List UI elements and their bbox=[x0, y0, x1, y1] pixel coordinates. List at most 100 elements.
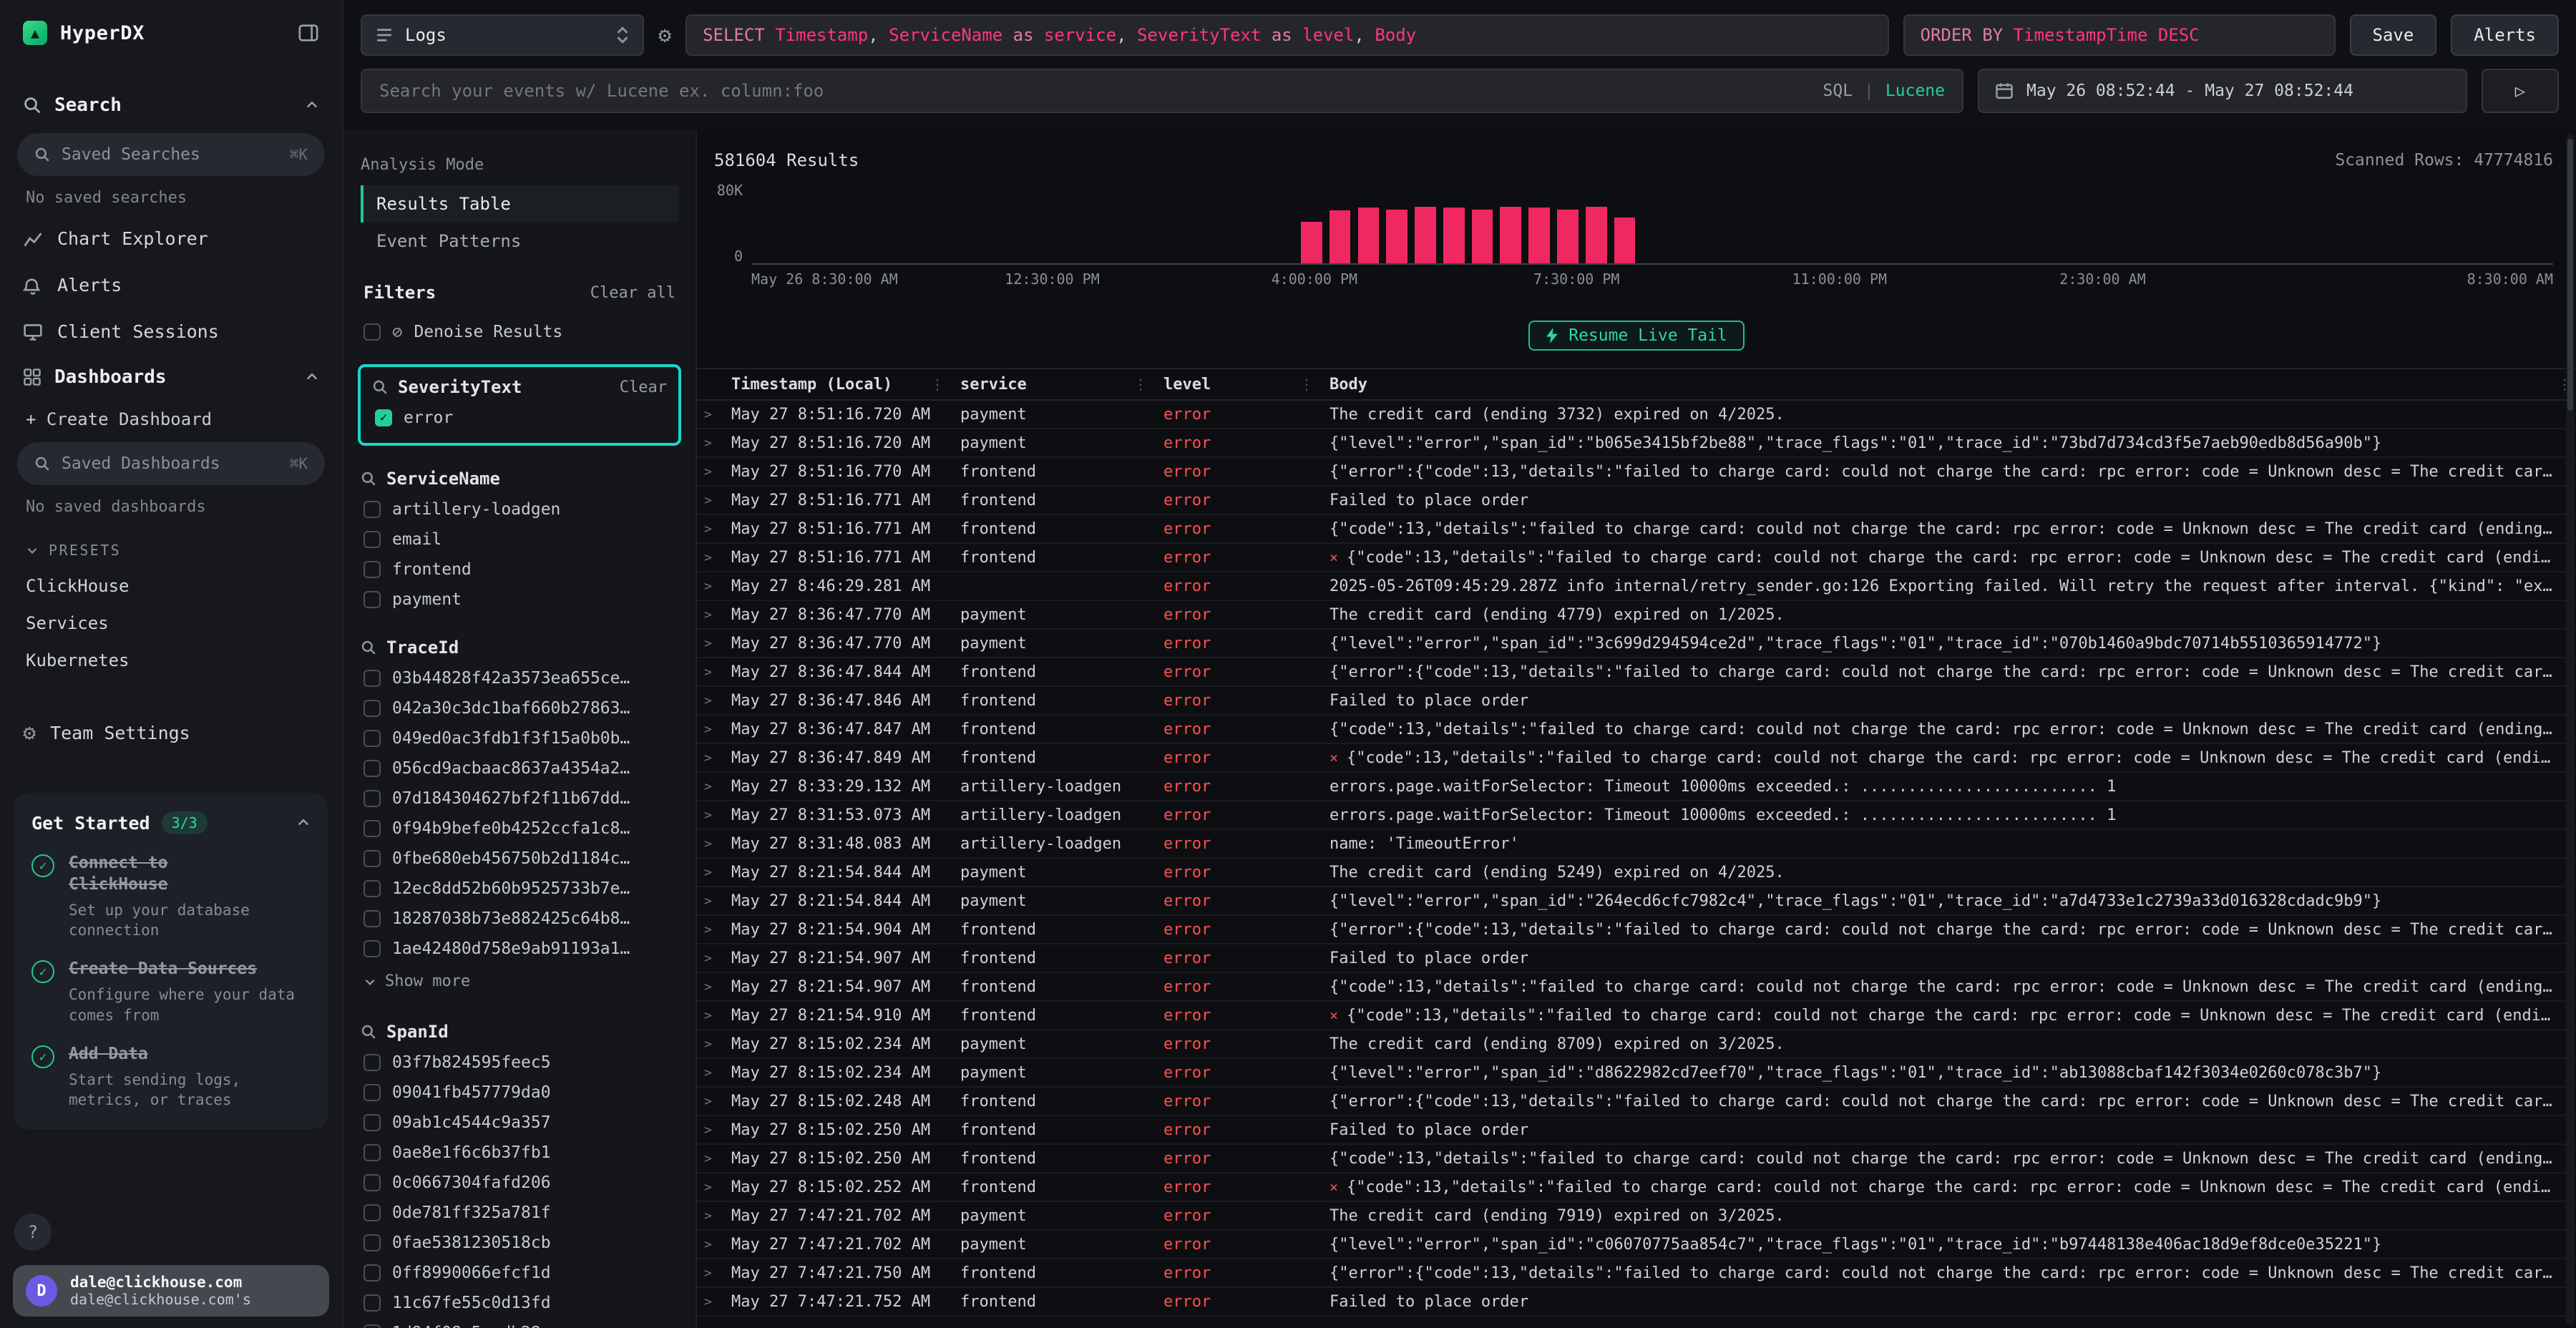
analysis-mode-results-table[interactable]: Results Table bbox=[361, 185, 678, 223]
row-expand-chevron[interactable]: > bbox=[697, 779, 720, 794]
filter-value-row[interactable]: 0ae8e1f6c6b37fb1 bbox=[361, 1138, 678, 1168]
row-expand-chevron[interactable]: > bbox=[697, 1008, 720, 1023]
row-expand-chevron[interactable]: > bbox=[697, 894, 720, 909]
sql-editor[interactable]: SELECT Timestamp, ServiceName as service… bbox=[686, 14, 1888, 56]
table-row[interactable]: >May 27 7:47:21.752 AMfrontenderrorFaile… bbox=[697, 1288, 2576, 1317]
row-expand-chevron[interactable]: > bbox=[697, 1065, 720, 1080]
row-expand-chevron[interactable]: > bbox=[697, 1094, 720, 1109]
filter-value-row[interactable]: 07d184304627bf2f11b67dd… bbox=[361, 783, 678, 814]
histogram-bar[interactable] bbox=[1586, 207, 1607, 263]
histogram-bar[interactable] bbox=[1443, 208, 1465, 263]
filter-value-row[interactable]: 056cd9acbaac8637a4354a2… bbox=[361, 753, 678, 783]
event-search-input[interactable]: Search your events w/ Lucene ex. column:… bbox=[361, 69, 1963, 113]
alerts-button[interactable]: Alerts bbox=[2451, 14, 2559, 56]
checkbox[interactable] bbox=[364, 850, 381, 867]
denoise-results-toggle[interactable]: ⊘ Denoise Results bbox=[361, 317, 678, 347]
table-row[interactable]: >May 27 8:36:47.846 AMfrontenderrorFaile… bbox=[697, 687, 2576, 716]
row-expand-chevron[interactable]: > bbox=[697, 1180, 720, 1195]
checkbox[interactable] bbox=[364, 323, 381, 341]
table-row[interactable]: >May 27 8:33:29.132 AMartillery-loadgene… bbox=[697, 773, 2576, 801]
filter-value-row[interactable]: 0c0667304fafd206 bbox=[361, 1168, 678, 1198]
table-row[interactable]: >May 27 8:46:29.281 AMerror2025-05-26T09… bbox=[697, 572, 2576, 601]
row-expand-chevron[interactable]: > bbox=[697, 665, 720, 680]
filter-value-row[interactable]: artillery-loadgen bbox=[361, 494, 678, 524]
filter-value-row[interactable]: 0fbe680eb456750b2d1184c… bbox=[361, 844, 678, 874]
sidebar-item-team-settings[interactable]: ⚙ Team Settings bbox=[0, 708, 342, 758]
resume-live-tail-button[interactable]: Resume Live Tail bbox=[1528, 321, 1745, 351]
histogram-bar[interactable] bbox=[1330, 210, 1351, 263]
table-row[interactable]: >May 27 8:51:16.770 AMfrontenderror{"err… bbox=[697, 458, 2576, 487]
checkbox[interactable] bbox=[364, 531, 381, 548]
table-row[interactable]: >May 27 8:36:47.849 AMfrontenderror×{"co… bbox=[697, 744, 2576, 773]
row-expand-chevron[interactable]: > bbox=[697, 808, 720, 823]
table-row[interactable]: >May 27 8:21:54.844 AMpaymenterror{"leve… bbox=[697, 887, 2576, 916]
table-row[interactable]: >May 27 8:21:54.907 AMfrontenderrorFaile… bbox=[697, 944, 2576, 973]
filter-value-row[interactable]: 042a30c3dc1baf660b27863… bbox=[361, 693, 678, 723]
histogram-bar[interactable] bbox=[1386, 210, 1407, 263]
table-row[interactable]: >May 27 8:36:47.844 AMfrontenderror{"err… bbox=[697, 658, 2576, 687]
filter-group-header[interactable]: SpanId bbox=[361, 1022, 678, 1042]
filter-group-header[interactable]: SeverityTextClear bbox=[372, 377, 667, 397]
filter-value-row[interactable]: 11c67fe55c0d13fd bbox=[361, 1288, 678, 1318]
row-expand-chevron[interactable]: > bbox=[697, 722, 720, 737]
checkbox[interactable] bbox=[364, 910, 381, 927]
table-row[interactable]: >May 27 8:51:16.771 AMfrontenderror{"cod… bbox=[697, 515, 2576, 544]
source-select[interactable]: Logs bbox=[361, 14, 644, 56]
checkbox[interactable] bbox=[364, 501, 381, 518]
filter-value-row[interactable]: 0de781ff325a781f bbox=[361, 1198, 678, 1228]
scrollbar[interactable] bbox=[2566, 133, 2575, 1325]
hyperdx-logo-icon[interactable]: ▲ bbox=[23, 21, 47, 45]
get-started-item[interactable]: ✓Add DataStart sending logs, metrics, or… bbox=[31, 1044, 311, 1110]
checkbox[interactable] bbox=[364, 1144, 381, 1161]
row-expand-chevron[interactable]: > bbox=[697, 550, 720, 565]
table-row[interactable]: >May 27 8:21:54.907 AMfrontenderror{"cod… bbox=[697, 973, 2576, 1002]
filter-value-row[interactable]: payment bbox=[361, 585, 678, 615]
table-row[interactable]: >May 27 8:36:47.847 AMfrontenderror{"cod… bbox=[697, 716, 2576, 744]
row-expand-chevron[interactable]: > bbox=[697, 1294, 720, 1309]
table-row[interactable]: >May 27 8:15:02.252 AMfrontenderror×{"co… bbox=[697, 1173, 2576, 1202]
preset-item[interactable]: Services bbox=[0, 605, 342, 642]
clear-all-filters-button[interactable]: Clear all bbox=[590, 284, 675, 302]
filter-value-row[interactable]: 0f94b9befe0b4252ccfa1c8… bbox=[361, 814, 678, 844]
filter-value-row[interactable]: 0ff8990066efcf1d bbox=[361, 1258, 678, 1288]
checkbox[interactable] bbox=[364, 670, 381, 687]
row-expand-chevron[interactable]: > bbox=[697, 922, 720, 937]
preset-item[interactable]: Kubernetes bbox=[0, 642, 342, 679]
checkbox[interactable] bbox=[364, 1324, 381, 1328]
brand-name[interactable]: HyperDX bbox=[60, 22, 145, 44]
checkbox[interactable] bbox=[364, 1084, 381, 1101]
filter-group-header[interactable]: ServiceName bbox=[361, 469, 678, 489]
filter-value-row[interactable]: 1d94f08c5acdb28e bbox=[361, 1318, 678, 1328]
scrollbar-thumb[interactable] bbox=[2567, 139, 2573, 411]
checkbox[interactable] bbox=[364, 1234, 381, 1251]
histogram-bar[interactable] bbox=[1557, 210, 1579, 263]
source-settings-gear-icon[interactable]: ⚙ bbox=[658, 23, 671, 48]
chevron-up-icon[interactable] bbox=[296, 816, 311, 830]
order-by-input[interactable]: ORDER BY TimestampTime DESC bbox=[1903, 14, 2336, 56]
run-query-button[interactable]: ▷ bbox=[2482, 69, 2559, 113]
column-header-level[interactable]: level⋮ bbox=[1152, 369, 1318, 399]
checkbox[interactable] bbox=[364, 1114, 381, 1131]
filter-value-row[interactable]: 12ec8dd52b60b9525733b7e… bbox=[361, 874, 678, 904]
date-range-picker[interactable]: May 26 08:52:44 - May 27 08:52:44 bbox=[1978, 69, 2467, 113]
column-header-timestamplocal[interactable]: Timestamp (Local)⋮ bbox=[720, 369, 949, 399]
checkbox[interactable] bbox=[364, 1054, 381, 1071]
table-row[interactable]: >May 27 7:47:21.702 AMpaymenterrorThe cr… bbox=[697, 1202, 2576, 1231]
filter-value-row[interactable]: 09ab1c4544c9a357 bbox=[361, 1108, 678, 1138]
table-row[interactable]: >May 27 8:21:54.904 AMfrontenderror{"err… bbox=[697, 916, 2576, 944]
table-row[interactable]: >May 27 8:21:54.844 AMpaymenterrorThe cr… bbox=[697, 859, 2576, 887]
sidebar-item-chart-explorer[interactable]: Chart Explorer bbox=[0, 215, 342, 262]
table-row[interactable]: >May 27 8:15:02.234 AMpaymenterror{"leve… bbox=[697, 1059, 2576, 1088]
row-expand-chevron[interactable]: > bbox=[697, 951, 720, 966]
filter-value-row[interactable]: 03f7b824595feec5 bbox=[361, 1048, 678, 1078]
checkbox[interactable] bbox=[364, 1204, 381, 1221]
get-started-header[interactable]: Get Started 3/3 bbox=[31, 811, 311, 834]
table-row[interactable]: >May 27 8:31:53.073 AMartillery-loadgene… bbox=[697, 801, 2576, 830]
row-expand-chevron[interactable]: > bbox=[697, 579, 720, 594]
row-expand-chevron[interactable]: > bbox=[697, 1209, 720, 1224]
histogram-bar[interactable] bbox=[1528, 208, 1550, 263]
row-expand-chevron[interactable]: > bbox=[697, 636, 720, 651]
row-expand-chevron[interactable]: > bbox=[697, 407, 720, 422]
table-row[interactable]: >May 27 8:15:02.250 AMfrontenderror{"cod… bbox=[697, 1145, 2576, 1173]
table-row[interactable]: >May 27 8:51:16.720 AMpaymenterror{"leve… bbox=[697, 429, 2576, 458]
